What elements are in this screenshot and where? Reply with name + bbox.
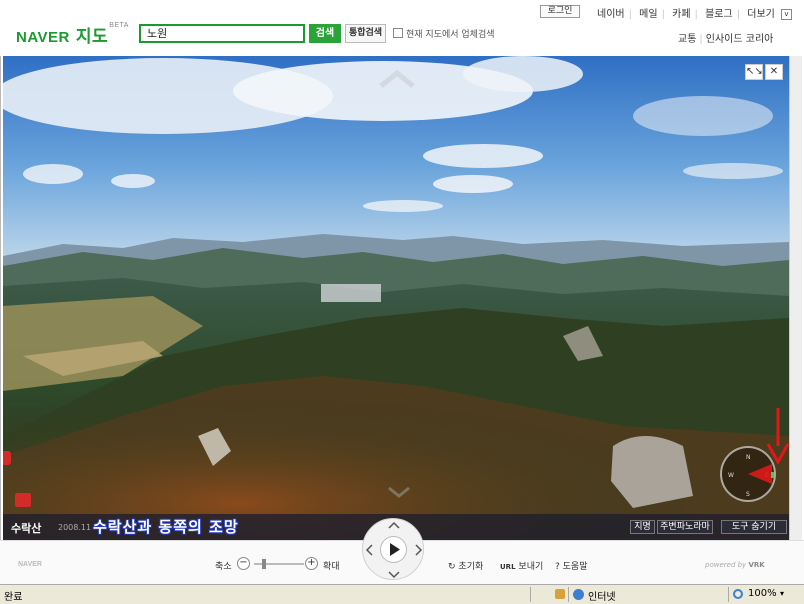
help-button[interactable]: ? 도움말 (555, 559, 587, 572)
status-text: 완료 (4, 592, 23, 603)
search-button[interactable]: 검색 (309, 24, 341, 43)
zoom-out-button[interactable]: − (237, 557, 250, 570)
play-icon (390, 543, 400, 556)
vendor-logo: VRK (748, 561, 765, 569)
vertical-scrollbar[interactable] (789, 56, 802, 540)
top-link-cafe[interactable]: 카페 (672, 9, 690, 20)
top-links: 네이버 | 메일 | 카페 | 블로그 | 더보기 v (594, 5, 795, 20)
zoom-slider-handle[interactable] (262, 559, 266, 569)
reset-icon: ↻ (448, 562, 456, 572)
search-current-map-label: 현재 지도에서 업체검색 (406, 30, 495, 40)
look-down-arrow-icon[interactable] (387, 486, 411, 498)
search-input[interactable]: 노원 (139, 24, 305, 43)
capture-date: 2008.11 (58, 523, 92, 532)
nearby-panorama-button[interactable]: 주변파노라마 (657, 520, 713, 534)
panorama-marker-icon[interactable] (3, 451, 11, 465)
look-up-arrow-icon[interactable] (379, 70, 415, 88)
header: NAVER 지도BETA 노원 검색 통합검색 현재 지도에서 업체검색 로그인 … (0, 0, 804, 56)
compass-south: S (746, 491, 750, 498)
sub-links: 교통 | 인사이드 코리아 (678, 34, 774, 45)
zoom-in-label: 확대 (323, 562, 340, 572)
place-name: 수락산 (11, 522, 42, 535)
top-link-naver[interactable]: 네이버 (597, 9, 625, 20)
close-panorama-button[interactable]: ✕ (765, 64, 783, 80)
sub-link-traffic[interactable]: 교통 (678, 34, 696, 45)
compass-north: N (746, 454, 751, 461)
zoom-dropdown-icon[interactable]: ▾ (780, 589, 784, 598)
search-current-map-checkbox[interactable] (393, 28, 403, 38)
share-icon[interactable] (15, 493, 31, 507)
powered-by-label: powered by VRK (705, 561, 765, 569)
place-names-button[interactable]: 지명 (630, 520, 655, 534)
chevron-down-icon[interactable]: v (780, 8, 792, 20)
zoom-in-button[interactable]: + (305, 557, 318, 570)
panorama-title: 수락산과 동쪽의 조망 (93, 518, 239, 536)
security-zone: 인터넷 (588, 592, 616, 603)
top-link-more[interactable]: 더보기 (747, 9, 775, 20)
send-label: 보내기 (518, 562, 544, 572)
logo-brand: NAVER (16, 29, 70, 46)
logo-service: 지도 (75, 27, 109, 46)
toolbar-brand: NAVER (18, 561, 42, 568)
play-button[interactable] (380, 536, 407, 563)
send-url-button[interactable]: URL 보내기 (500, 559, 543, 572)
panorama-viewer[interactable]: ↖↘ ✕ N W E S 수락산 2008.11 수락산과 동쪽의 조망 지명 … (3, 56, 789, 540)
panorama-image (3, 56, 789, 540)
internet-zone-icon (573, 589, 584, 600)
url-badge: URL (500, 563, 516, 571)
browser-status-bar: 완료 인터넷 100% ▾ (0, 584, 804, 604)
hide-tools-button[interactable]: 도구 숨기기 (721, 520, 787, 534)
integrated-search-button[interactable]: 통합검색 (345, 24, 386, 43)
compass-west: W (728, 472, 734, 479)
sub-link-inside-korea[interactable]: 인사이드 코리아 (706, 34, 774, 45)
top-link-mail[interactable]: 메일 (639, 9, 657, 20)
reset-button[interactable]: ↻ 초기화 (448, 559, 483, 572)
zoom-icon (733, 589, 743, 599)
login-button[interactable]: 로그인 (540, 5, 580, 18)
naver-map-logo[interactable]: NAVER 지도BETA (16, 22, 129, 47)
zoom-level[interactable]: 100% (748, 588, 777, 599)
lock-icon (555, 589, 565, 599)
zoom-out-label: 축소 (215, 562, 232, 572)
top-link-blog[interactable]: 블로그 (705, 9, 733, 20)
red-pointer-arrow-icon (766, 408, 789, 464)
fullscreen-button[interactable]: ↖↘ (745, 64, 763, 80)
reset-label: 초기화 (458, 562, 484, 572)
logo-beta-badge: BETA (109, 22, 129, 29)
